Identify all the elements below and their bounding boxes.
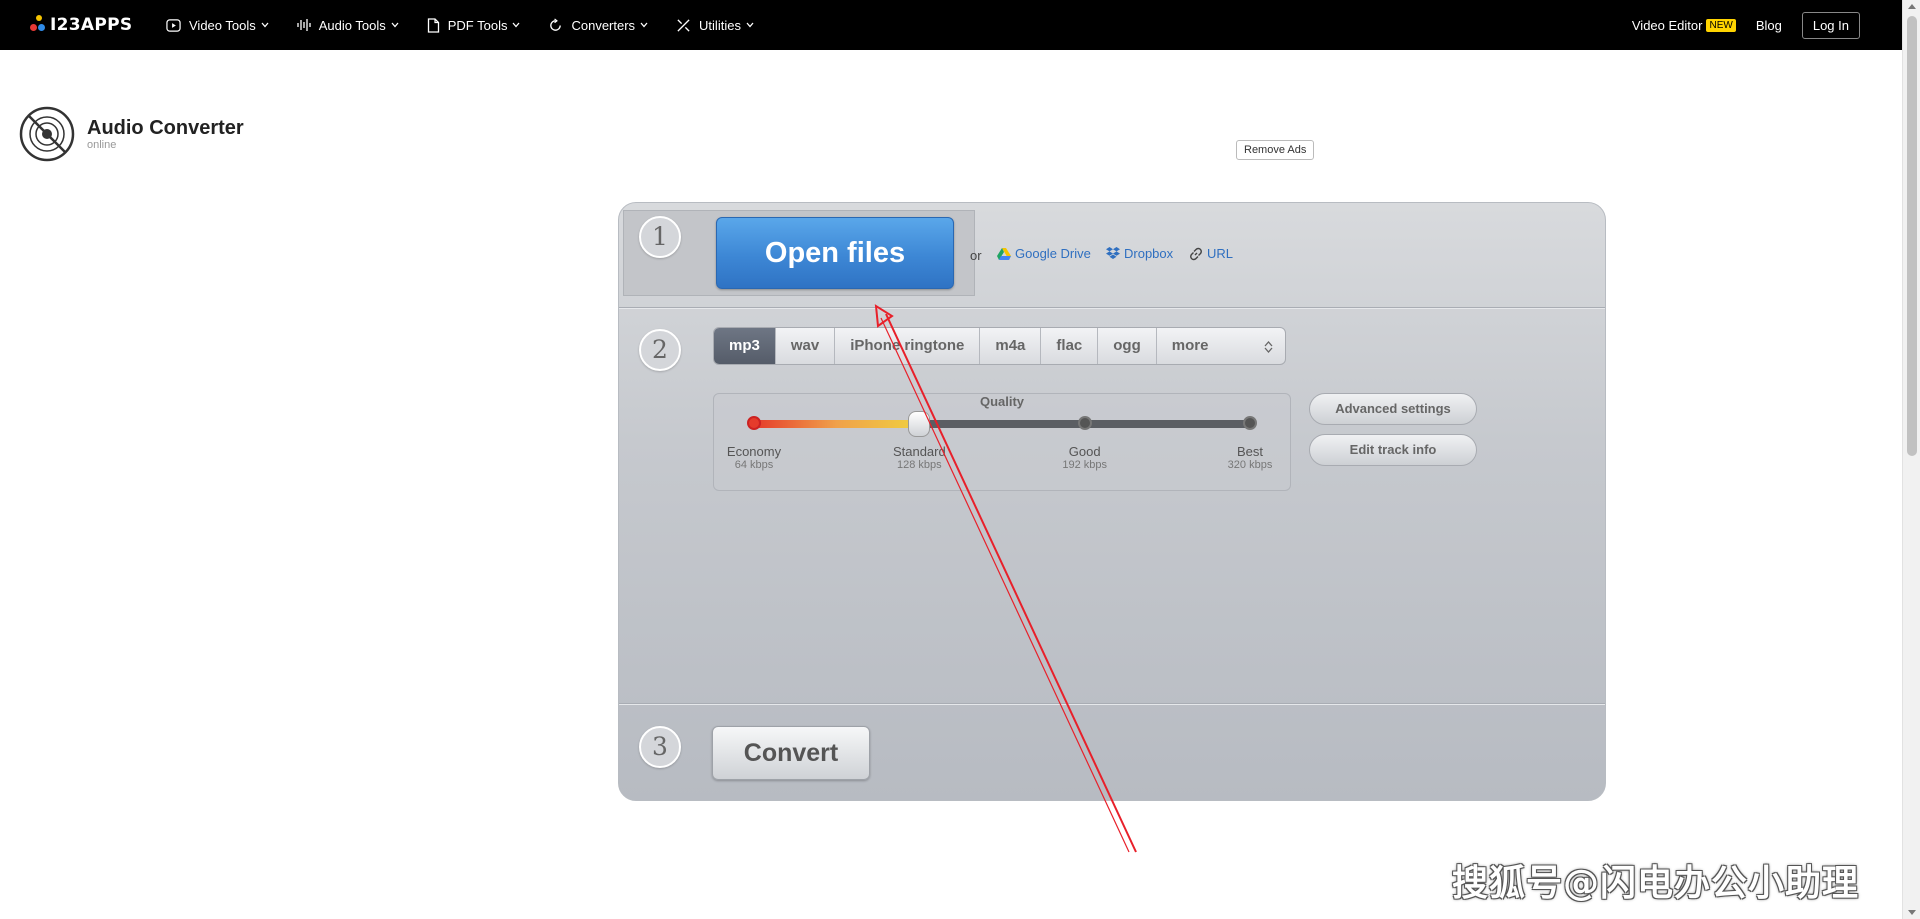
quality-stop-name: Standard — [892, 444, 946, 459]
chevron-down-icon — [746, 22, 754, 28]
quality-stop-kbps: 64 kbps — [734, 459, 774, 471]
quality-stop-good-dot[interactable] — [1077, 416, 1092, 430]
waveform-icon — [297, 19, 311, 31]
quality-slider-track[interactable] — [754, 420, 1250, 428]
video-editor-label: Video Editor — [1631, 17, 1703, 33]
app-header: Audio Converter online — [19, 106, 244, 162]
new-badge: NEW — [1706, 18, 1736, 32]
chevron-down-icon — [640, 22, 648, 28]
convert-button[interactable]: Convert — [712, 726, 870, 780]
nav-audio-tools-label: Audio Tools — [318, 17, 386, 33]
advanced-settings-button[interactable]: Advanced settings — [1309, 393, 1477, 425]
nav-converters[interactable]: Converters — [548, 18, 648, 33]
watermark-text: 搜狐号@闪电办公小助理 — [1452, 863, 1860, 904]
nav-converters-label: Converters — [571, 17, 636, 33]
converter-panel: 1 Open files or Google Drive Dropbox URL… — [618, 202, 1606, 801]
login-button[interactable]: Log In — [1801, 11, 1860, 39]
format-tab-mp3[interactable]: mp3 — [714, 328, 776, 364]
open-files-button[interactable]: Open files — [716, 217, 954, 289]
nav-utilities-label: Utilities — [699, 17, 741, 33]
refresh-icon — [550, 17, 562, 31]
chevron-down-icon — [391, 22, 399, 28]
quality-slider-thumb[interactable] — [908, 411, 931, 437]
updown-arrows-icon — [1264, 341, 1273, 353]
nav-video-tools[interactable]: Video Tools — [166, 18, 269, 33]
google-drive-link[interactable]: Google Drive — [997, 246, 1091, 261]
format-tab-m4a[interactable]: m4a — [980, 328, 1042, 364]
remove-ads-button[interactable]: Remove Ads — [1236, 140, 1315, 160]
step-separator — [619, 703, 1605, 705]
chevron-down-icon — [261, 22, 269, 28]
step-1-number: 1 — [639, 216, 681, 258]
quality-label: Quality — [979, 394, 1025, 409]
quality-panel: Quality Economy 64 kbps Standard 128 kbp… — [713, 393, 1291, 491]
logo-dots-icon — [30, 15, 46, 35]
format-tab-flac[interactable]: flac — [1041, 328, 1099, 364]
app-subtitle: online — [87, 139, 117, 151]
nav-audio-tools[interactable]: Audio Tools — [297, 18, 399, 33]
app-title-block: Audio Converter online — [87, 117, 244, 151]
format-tab-ogg[interactable]: ogg — [1098, 328, 1157, 364]
quality-stop-kbps: 320 kbps — [1227, 459, 1273, 471]
quality-stop-name: Economy — [726, 444, 782, 459]
quality-stop-name: Best — [1236, 444, 1263, 459]
scroll-down-icon[interactable] — [1908, 910, 1916, 915]
scrollbar-thumb[interactable] — [1907, 16, 1917, 456]
video-editor-link[interactable]: Video Editor NEW — [1632, 18, 1736, 33]
format-tab-iphone-ringtone[interactable]: iPhone ringtone — [835, 328, 981, 364]
tools-icon — [677, 18, 690, 32]
nav-pdf-tools[interactable]: PDF Tools — [427, 18, 521, 33]
quality-slider-fill — [754, 420, 920, 428]
quality-stop-standard: Standard 128 kbps — [893, 444, 946, 471]
nav-pdf-tools-label: PDF Tools — [447, 17, 508, 33]
edit-track-info-button[interactable]: Edit track info — [1309, 434, 1477, 466]
format-tab-wav[interactable]: wav — [776, 328, 836, 364]
quality-stop-kbps: 192 kbps — [1062, 459, 1107, 471]
app-title: Audio Converter — [87, 117, 244, 139]
quality-stop-best-dot[interactable] — [1243, 416, 1257, 430]
or-text: or — [970, 248, 982, 263]
document-icon — [427, 17, 439, 33]
step-3-number: 3 — [639, 726, 681, 768]
link-icon — [1190, 247, 1202, 260]
dropbox-link[interactable]: Dropbox — [1106, 246, 1173, 261]
quality-stop-kbps: 128 kbps — [896, 459, 942, 471]
dropbox-label: Dropbox — [1124, 246, 1174, 261]
dropbox-icon — [1106, 247, 1120, 259]
quality-stop-economy-dot[interactable] — [747, 416, 761, 430]
nav-right: Video Editor NEW Blog Log In — [1632, 0, 1860, 50]
format-tabs: mp3 wav iPhone ringtone m4a flac ogg mor… — [713, 327, 1286, 365]
format-more-label: more — [1171, 337, 1209, 354]
quality-stop-name: Good — [1068, 444, 1101, 459]
format-more-dropdown[interactable]: more — [1157, 328, 1285, 364]
nav-utilities[interactable]: Utilities — [676, 18, 754, 33]
logo-text: I23APPS — [50, 15, 133, 35]
google-drive-icon — [997, 247, 1011, 260]
play-circle-icon — [166, 18, 181, 32]
url-label: URL — [1207, 246, 1234, 261]
quality-stop-best: Best 320 kbps — [1228, 444, 1273, 471]
blog-link[interactable]: Blog — [1756, 18, 1782, 33]
top-navigation-bar: I23APPS Video Tools Audio Tools PDF Tool… — [0, 0, 1902, 50]
url-link[interactable]: URL — [1189, 246, 1233, 261]
vinyl-disc-icon — [19, 106, 75, 162]
quality-stop-good: Good 192 kbps — [1062, 444, 1107, 471]
page-scrollbar[interactable] — [1902, 0, 1920, 919]
chevron-down-icon — [512, 22, 520, 28]
step-2-number: 2 — [639, 329, 681, 371]
step-separator — [619, 307, 1605, 309]
main-nav: Video Tools Audio Tools PDF Tools Conver… — [166, 0, 782, 50]
nav-video-tools-label: Video Tools — [189, 17, 256, 33]
scroll-up-icon[interactable] — [1908, 4, 1916, 9]
quality-stop-economy: Economy 64 kbps — [727, 444, 781, 471]
google-drive-label: Google Drive — [1015, 246, 1091, 261]
site-logo[interactable]: I23APPS — [30, 14, 132, 36]
